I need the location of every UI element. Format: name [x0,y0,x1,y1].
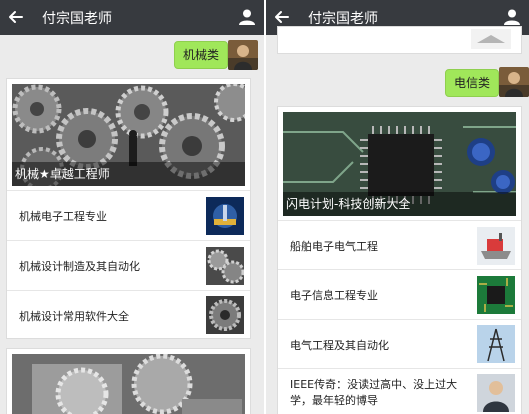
person-thumbnail [477,374,515,412]
machinery-hero-image [12,354,245,414]
ship-thumbnail [477,227,515,265]
article-hero[interactable]: 闪电计划-科技创新大全 [283,112,516,216]
circuit-board-thumbnail [477,276,515,314]
article-title: IEEE传奇：没读过高中、没上过大学，最年轻的博导 [290,378,458,407]
article-title: 机械电子工程专业 [19,210,107,223]
gears-thumbnail [206,247,244,285]
chat-title: 付宗国老师 [308,11,378,27]
back-arrow-icon[interactable] [272,7,292,27]
contact-profile-icon[interactable] [503,8,521,26]
robot-arm-thumbnail [206,197,244,235]
chat-screen-telecom: 付宗国老师 电信类 闪电计划-科技创新大全 船舶电子电气工程 电子信息工程专业 … [266,0,529,414]
user-avatar[interactable] [228,40,258,70]
gear-closeup-thumbnail [206,296,244,334]
article-title: 机械设计常用软件大全 [19,310,129,323]
sent-message-bubble[interactable]: 电信类 [445,69,500,97]
article-title: 船舶电子电气工程 [290,240,378,253]
article-card: 机械★卓越工程师 机械电子工程专业 机械设计制造及其自动化 机械设计常用软件大全 [6,78,251,339]
sent-message-bubble[interactable]: 机械类 [174,41,229,69]
article-list-item[interactable]: IEEE传奇：没读过高中、没上过大学，最年轻的博导 [278,368,521,414]
contact-profile-icon[interactable] [238,8,256,26]
back-arrow-icon[interactable] [6,7,26,27]
article-list-item[interactable]: 机械设计常用软件大全 [7,290,250,339]
article-list-item[interactable]: 电气工程及其自动化 [278,319,521,368]
hero-caption: 机械★卓越工程师 [12,162,245,186]
chat-screen-mechanical: 付宗国老师 机械类 机械★卓越工程师 机械电子工程专业 机械设计制造及其自动化 … [0,0,264,414]
article-title: 机械设计制造及其自动化 [19,260,140,273]
partial-thumbnail [471,29,511,49]
hero-caption: 闪电计划-科技创新大全 [283,192,516,216]
article-list-item[interactable]: 机械设计制造及其自动化 [7,240,250,290]
user-avatar[interactable] [499,67,529,97]
article-list-item[interactable]: 机械电子工程专业 [7,190,250,240]
chat-screens: 付宗国老师 机械类 机械★卓越工程师 机械电子工程专业 机械设计制造及其自动化 … [0,0,529,414]
article-title: 电子信息工程专业 [290,289,378,302]
article-hero[interactable]: 机械★卓越工程师 [12,84,245,186]
article-card: 闪电计划-科技创新大全 船舶电子电气工程 电子信息工程专业 电气工程及其自动化 … [277,106,522,414]
chat-title: 付宗国老师 [42,11,112,27]
previous-article-card [277,26,522,54]
article-hero[interactable] [12,354,245,414]
top-bar: 付宗国老师 [0,0,264,35]
power-tower-thumbnail [477,325,515,363]
article-list-item[interactable]: 船舶电子电气工程 [278,220,521,269]
article-list-item[interactable]: 电子信息工程专业 [278,269,521,319]
article-card [6,348,251,414]
article-title: 电气工程及其自动化 [290,339,389,352]
